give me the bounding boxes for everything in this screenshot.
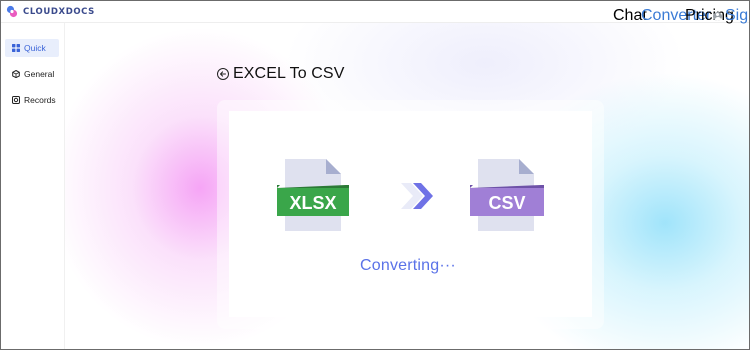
sidebar: Quick General Records [1,23,65,349]
sidebar-item-label: General [24,69,55,79]
grid-icon [12,44,20,52]
converting-status: Converting··· [360,257,456,274]
sign-in-button[interactable]: Sign In [713,7,749,25]
record-icon [12,96,20,104]
sidebar-item-quick[interactable]: Quick [5,39,59,57]
cube-icon [12,70,20,78]
page-title-row: EXCEL To CSV [217,65,344,83]
app-window: CLOUDXDOCS Chat Converter Pricing Sign I… [0,0,750,350]
convert-arrow-icon [401,183,433,209]
back-arrow-icon[interactable] [217,68,229,80]
sign-in-label: Sign In [725,7,749,24]
user-icon [713,11,722,21]
top-header: CLOUDXDOCS Chat Converter Pricing Sign I… [1,1,749,25]
sidebar-item-label: Quick [24,43,46,53]
xlsx-label: XLSX [289,193,336,213]
sidebar-item-general[interactable]: General [5,65,59,83]
sidebar-item-records[interactable]: Records [5,91,59,109]
csv-file-icon: CSV [470,159,544,231]
logo[interactable]: CLOUDXDOCS [6,5,95,18]
logo-text: CLOUDXDOCS [23,6,95,17]
page-title: EXCEL To CSV [233,65,345,82]
sidebar-item-label: Records [24,95,56,105]
xlsx-file-icon: XLSX [277,159,349,231]
cloudxdocs-logo-icon [6,5,18,18]
csv-label: CSV [488,193,525,213]
